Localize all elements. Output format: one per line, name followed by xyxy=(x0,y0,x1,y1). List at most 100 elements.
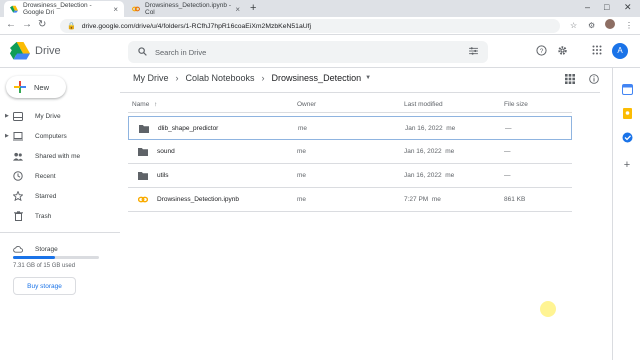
grid-view-icon[interactable] xyxy=(565,74,575,87)
table-header-divider xyxy=(128,112,572,113)
search-input[interactable]: Search in Drive xyxy=(155,48,206,57)
sidebar-nav: ▶ My Drive ▶ Computers Shared with me Re… xyxy=(0,106,120,259)
table-row[interactable]: utils me Jan 16, 2022 me — xyxy=(128,164,572,188)
account-avatar[interactable]: A xyxy=(612,43,628,59)
file-size: 861 KB xyxy=(504,196,526,203)
sidebar-item-my-drive[interactable]: ▶ My Drive xyxy=(0,106,120,126)
maximize-icon[interactable]: □ xyxy=(604,2,609,12)
tasks-icon[interactable] xyxy=(620,130,634,144)
mouse-cursor-highlight xyxy=(540,301,556,317)
app-name: Drive xyxy=(35,45,61,57)
sidebar-item-label: My Drive xyxy=(35,112,61,120)
window-close-icon[interactable]: ✕ xyxy=(624,2,632,13)
clock-icon xyxy=(13,171,23,181)
file-name: utils xyxy=(157,172,169,179)
calendar-icon[interactable] xyxy=(620,82,634,96)
folder-icon xyxy=(138,148,148,156)
file-size: — xyxy=(505,125,512,132)
new-button[interactable]: New xyxy=(6,76,66,98)
file-owner: me xyxy=(297,196,307,203)
star-icon xyxy=(13,191,23,201)
lock-icon: 🔒 xyxy=(67,23,76,30)
sidebar-item-starred[interactable]: Starred xyxy=(0,186,120,206)
profile-avatar-icon[interactable] xyxy=(605,19,615,29)
settings-gear-icon[interactable] xyxy=(557,45,568,59)
column-header-owner[interactable]: Owner xyxy=(297,101,316,108)
chevron-right-icon: › xyxy=(175,73,179,83)
colab-file-icon xyxy=(138,196,148,203)
drive-logo[interactable]: Drive xyxy=(10,42,61,60)
file-modified: Jan 16, 2022 me xyxy=(405,125,456,132)
storage-usage-text: 7.31 GB of 15 GB used xyxy=(13,263,76,269)
bookmark-star-icon[interactable]: ☆ xyxy=(570,21,577,30)
search-icon[interactable] xyxy=(138,46,147,58)
buy-storage-button[interactable]: Buy storage xyxy=(13,277,76,295)
expand-caret-icon[interactable]: ▶ xyxy=(5,133,9,139)
storage-progress-bar xyxy=(13,256,99,259)
forward-icon[interactable]: → xyxy=(22,19,32,30)
search-options-icon[interactable] xyxy=(469,47,478,57)
cloud-icon xyxy=(13,244,23,254)
new-button-label: New xyxy=(34,82,50,92)
reload-icon[interactable]: ↻ xyxy=(38,19,46,30)
add-addon-icon[interactable]: + xyxy=(620,158,634,172)
file-size: — xyxy=(504,148,511,155)
back-icon[interactable]: ← xyxy=(6,19,16,30)
file-name: dlib_shape_predictor xyxy=(158,125,219,132)
sidebar-item-computers[interactable]: ▶ Computers xyxy=(0,126,120,146)
folder-icon xyxy=(138,172,148,180)
minimize-icon[interactable]: – xyxy=(585,2,590,12)
sidebar-divider xyxy=(0,232,120,233)
file-name: sound xyxy=(157,148,175,155)
new-tab-icon[interactable]: + xyxy=(250,2,256,14)
sort-arrow-up-icon[interactable]: ↑ xyxy=(154,101,157,108)
browser-tab-title: Drowsiness_Detection - Google Dri xyxy=(23,2,92,16)
address-bar[interactable]: 🔒 drive.google.com/drive/u/4/folders/1-R… xyxy=(60,19,560,33)
info-icon[interactable] xyxy=(589,74,599,87)
drive-logo-icon xyxy=(10,42,30,60)
browser-tab-title: Drowsiness_Detection.ipynb - Col xyxy=(145,2,231,16)
keep-icon[interactable] xyxy=(620,106,634,120)
search-box[interactable]: Search in Drive xyxy=(128,41,488,63)
expand-caret-icon[interactable]: ▶ xyxy=(5,113,9,119)
breadcrumb-my-drive[interactable]: My Drive xyxy=(133,73,169,83)
close-tab-icon[interactable]: × xyxy=(235,5,240,14)
column-header-name[interactable]: Name ↑ xyxy=(132,101,157,108)
column-name-label: Name xyxy=(132,101,150,108)
extension-icon[interactable]: ⚙ xyxy=(588,21,595,30)
plus-icon xyxy=(14,81,26,93)
breadcrumb-current-folder[interactable]: Drowsiness_Detection xyxy=(272,73,362,83)
chevron-down-icon[interactable]: ▼ xyxy=(365,75,371,81)
close-tab-icon[interactable]: × xyxy=(113,5,118,14)
browser-menu-icon[interactable]: ⋮ xyxy=(625,21,633,30)
header-divider xyxy=(0,67,640,68)
apps-grid-icon[interactable] xyxy=(592,45,602,58)
storage-label: Storage xyxy=(35,245,58,253)
browser-tab-colab[interactable]: Drowsiness_Detection.ipynb - Col × xyxy=(126,1,246,17)
sidebar-item-label: Recent xyxy=(35,172,56,180)
file-size: — xyxy=(504,172,511,179)
table-row[interactable]: sound me Jan 16, 2022 me — xyxy=(128,140,572,164)
file-owner: me xyxy=(298,125,308,132)
table-row[interactable]: dlib_shape_predictor me Jan 16, 2022 me … xyxy=(128,116,572,140)
trash-icon xyxy=(13,211,23,221)
file-owner: me xyxy=(297,172,307,179)
sidebar-item-trash[interactable]: Trash xyxy=(0,206,120,226)
url-text: drive.google.com/drive/u/4/folders/1-RCf… xyxy=(81,22,312,30)
column-header-modified[interactable]: Last modified xyxy=(404,101,443,108)
shared-icon xyxy=(13,151,23,161)
breadcrumb-colab-notebooks[interactable]: Colab Notebooks xyxy=(186,73,255,83)
drive-favicon-icon xyxy=(10,5,18,13)
browser-tab-strip: Drowsiness_Detection - Google Dri × Drow… xyxy=(0,0,640,17)
sidebar-item-label: Shared with me xyxy=(35,152,81,160)
browser-tab-drive[interactable]: Drowsiness_Detection - Google Dri × xyxy=(4,1,124,17)
breadcrumb: My Drive › Colab Notebooks › Drowsiness_… xyxy=(133,73,371,83)
folder-icon xyxy=(139,125,149,133)
table-row[interactable]: Drowsiness_Detection.ipynb me 7:27 PM me… xyxy=(128,188,572,212)
sidebar-item-shared-with-me[interactable]: Shared with me xyxy=(0,146,120,166)
column-header-size[interactable]: File size xyxy=(504,101,528,108)
sidebar-item-label: Starred xyxy=(35,192,57,200)
sidebar-item-recent[interactable]: Recent xyxy=(0,166,120,186)
file-modified: Jan 16, 2022 me xyxy=(404,148,455,155)
help-icon[interactable]: ? xyxy=(536,45,547,59)
